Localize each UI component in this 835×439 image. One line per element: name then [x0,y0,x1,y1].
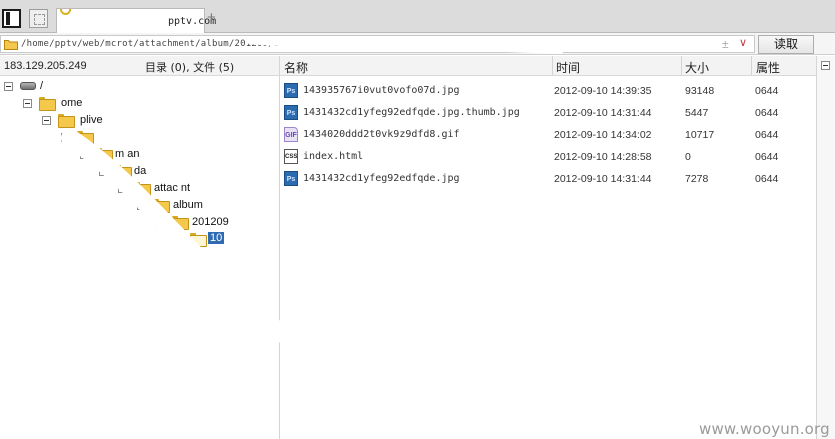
file-name: 1431432cd1yfeg92edfqde.jpg [303,173,460,184]
file-attr: 0644 [755,129,779,141]
tree-node-label: 10 [208,232,225,244]
folder-icon [153,199,170,213]
file-list-header: 名称 时间 大小 属性 [280,56,816,76]
tab-list-icon[interactable] [29,9,48,28]
file-name: 1431432cd1yfeg92edfqde.jpg.thumb.jpg [303,107,520,118]
new-tab-button[interactable]: + [207,10,216,25]
tree-node-label: da [134,165,147,177]
history-icon[interactable]: ± [722,38,729,50]
collapse-toggle-icon[interactable] [4,82,13,91]
file-attr: 0644 [755,107,779,119]
tree-node-label: 201209 [192,216,229,228]
tree-node-label: attac nt [154,182,191,194]
file-name: index.html [303,151,364,162]
drive-icon [20,82,36,90]
tree-header: 183.129.205.249 目录 (0), 文件 (5) [0,56,279,76]
photoshop-file-icon: Ps [284,83,298,98]
tree-node-label: album [173,199,203,211]
column-header-time[interactable]: 时间 [556,59,580,76]
tree-node-label: ome [61,97,83,109]
watermark-text: www.wooyun.org [699,420,830,438]
sidebar-toggle-icon[interactable] [2,9,21,28]
read-button[interactable]: 读取 [758,35,814,54]
file-size: 93148 [685,85,715,97]
file-size: 0 [685,151,691,163]
file-time: 2012-09-10 14:31:44 [554,107,652,119]
photoshop-file-icon: Ps [284,105,298,120]
collapse-toggle-icon[interactable] [99,167,108,176]
file-time: 2012-09-10 14:39:35 [554,85,652,97]
path-input[interactable]: /home/pptv/web/mcrot/attachment/album/20… [0,35,755,53]
file-time: 2012-09-10 14:28:58 [554,151,652,163]
table-row[interactable]: Ps 143935767i0vut0vofo07d.jpg 2012-09-10… [280,80,816,102]
file-time: 2012-09-10 14:31:44 [554,173,652,185]
table-row[interactable]: GIF 1434020ddd2t0vk9z9dfd8.gif 2012-09-1… [280,124,816,146]
collapse-toggle-icon[interactable] [821,61,830,70]
column-header-size[interactable]: 大小 [685,59,709,76]
file-size: 5447 [685,107,709,119]
file-attr: 0644 [755,151,779,163]
column-divider[interactable] [681,56,682,76]
item-count: 目录 (0), 文件 (5) [145,61,235,74]
file-attr: 0644 [755,173,779,185]
photoshop-file-icon: Ps [284,171,298,186]
collapse-toggle-icon[interactable] [42,116,51,125]
tree-node-label: m an [115,148,140,160]
collapse-toggle-icon[interactable] [118,184,127,193]
html-file-icon: CSS [284,149,298,164]
address-bar: /home/pptv/web/mcrot/attachment/album/20… [0,33,835,55]
tree-node-label: plive [80,114,103,126]
folder-icon [4,40,18,50]
file-size: 7278 [685,173,709,185]
column-header-name[interactable]: 名称 [284,59,308,76]
file-name: 143935767i0vut0vofo07d.jpg [303,85,460,96]
folder-icon [96,148,113,162]
collapse-toggle-icon[interactable] [156,218,165,227]
browser-tab[interactable]: pptv.com [56,8,216,33]
column-header-attr[interactable]: 属性 [756,59,780,76]
folder-icon [115,165,132,179]
collapse-toggle-icon[interactable] [80,150,89,159]
loading-icon [60,9,71,15]
table-row[interactable]: CSS index.html 2012-09-10 14:28:58 0 064… [280,146,816,168]
file-time: 2012-09-10 14:34:02 [554,129,652,141]
open-folder-icon [190,233,207,247]
path-text: /home/pptv/web/mcrot/attachment/album/20… [21,39,286,49]
server-ip: 183.129.205.249 [4,60,87,72]
file-attr: 0644 [755,85,779,97]
tree-node-label: / [40,80,44,92]
file-size: 10717 [685,129,715,141]
column-divider[interactable] [751,56,752,76]
collapse-toggle-icon[interactable] [137,201,146,210]
column-divider[interactable] [552,56,553,76]
side-panel [816,56,835,439]
tab-strip: pptv.com + [0,0,835,33]
collapse-toggle-icon[interactable] [23,99,32,108]
folder-icon [39,97,56,111]
gif-file-icon: GIF [284,127,298,142]
folder-icon [58,114,75,128]
table-row[interactable]: Ps 1431432cd1yfeg92edfqde.jpg.thumb.jpg … [280,102,816,124]
folder-icon [172,216,189,230]
folder-icon [134,182,151,196]
file-name: 1434020ddd2t0vk9z9dfd8.gif [303,129,460,140]
table-row[interactable]: Ps 1431432cd1yfeg92edfqde.jpg 2012-09-10… [280,168,816,190]
folder-icon [77,131,94,145]
collapse-toggle-icon[interactable] [61,133,70,142]
chevron-down-icon[interactable]: ∨ [739,36,747,49]
